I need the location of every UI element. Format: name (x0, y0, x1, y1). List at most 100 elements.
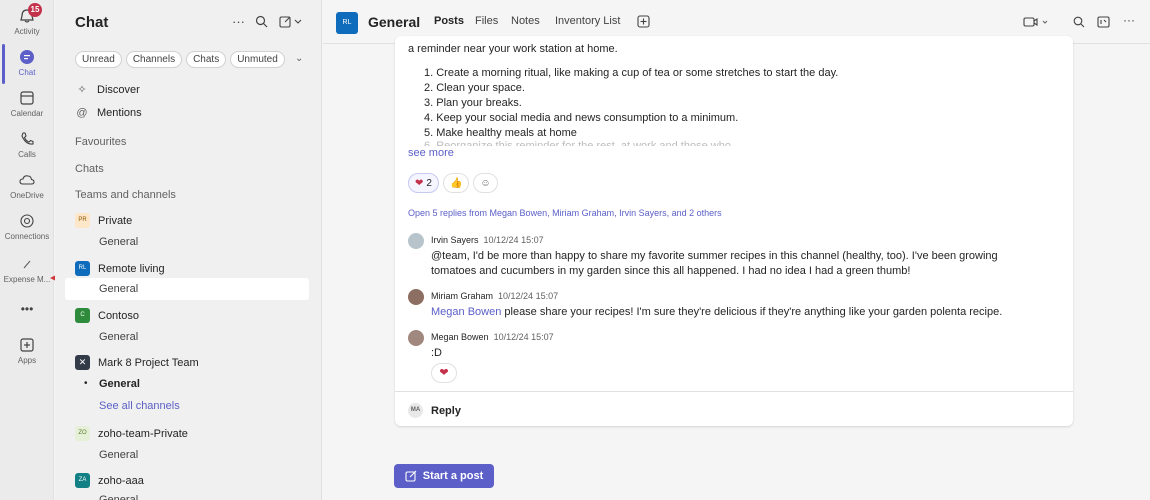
channel-general[interactable]: General (99, 236, 138, 248)
phone-icon (21, 132, 34, 145)
list-item: 2. Clean your space. (424, 82, 525, 94)
team-zoho-private[interactable]: ZO zoho-team-Private (75, 426, 188, 441)
list-item: 3. Plan your breaks. (424, 97, 522, 109)
nav-mentions[interactable]: @ Mentions (75, 107, 141, 119)
channel-general[interactable]: General (99, 449, 138, 461)
heart-reaction[interactable]: ❤ 2 (408, 173, 439, 193)
team-contoso[interactable]: C Contoso (75, 308, 139, 323)
add-reaction-icon: ☺ (480, 177, 491, 189)
nav-discover[interactable]: ✧ Discover (75, 83, 139, 97)
rail-calendar[interactable]: Calendar (0, 90, 54, 118)
team-avatar: ✕ (75, 355, 90, 370)
rail-calls[interactable]: Calls (0, 131, 54, 159)
channel-general[interactable]: General (99, 494, 138, 500)
author-name: Megan Bowen (431, 332, 489, 342)
more-options-icon[interactable]: ··· (1123, 13, 1135, 27)
unread-dot: • (84, 378, 88, 389)
heart-reaction[interactable]: ❤ (431, 363, 457, 383)
filter-unread[interactable]: Unread (75, 51, 122, 68)
channel-avatar: RL (336, 12, 358, 34)
list-item: 4. Keep your social media and news consu… (424, 112, 739, 124)
timestamp: 10/12/24 15:07 (498, 291, 559, 301)
calendar-icon (20, 91, 34, 105)
add-tab-icon[interactable] (637, 15, 650, 28)
post-thread: a reminder near your work station at hom… (395, 36, 1073, 426)
team-avatar: C (75, 308, 90, 323)
at-icon: @ (76, 107, 88, 119)
rail-more[interactable]: ••• (0, 302, 54, 316)
list-item: 1. Create a morning ritual, like making … (424, 67, 839, 79)
add-reaction-button[interactable]: ☺ (473, 173, 498, 193)
team-avatar: ZO (75, 426, 90, 441)
see-more-link[interactable]: see more (408, 147, 454, 159)
reply-text: :D (431, 347, 442, 359)
tab-posts[interactable]: Posts (434, 15, 464, 27)
tab-files[interactable]: Files (475, 15, 498, 27)
avatar: MA (408, 403, 423, 418)
open-replies-link[interactable]: Open 5 replies from Megan Bowen, Miriam … (408, 208, 722, 218)
list-item-truncated: 6. Reorganize this reminder for the rest… (424, 140, 744, 146)
team-remote-living[interactable]: RL Remote living (75, 261, 165, 276)
pane-title: Chat (75, 14, 109, 31)
search-icon[interactable] (255, 15, 268, 28)
see-all-channels-link[interactable]: See all channels (99, 400, 180, 412)
reactions: ❤ 2 👍 ☺ (408, 173, 498, 193)
pen-icon (23, 260, 31, 269)
app-rail: Activity 15 Chat Calendar Calls OneDrive… (0, 0, 54, 500)
heart-icon: ❤ (415, 177, 424, 189)
meeting-info-icon[interactable] (1097, 16, 1110, 28)
activity-badge: 15 (28, 3, 42, 17)
timestamp: 10/12/24 15:07 (493, 332, 554, 342)
team-avatar: ZA (75, 473, 90, 488)
section-favourites[interactable]: Favourites (75, 136, 126, 148)
section-chats[interactable]: Chats (75, 163, 104, 175)
filter-chats[interactable]: Chats (186, 51, 227, 68)
avatar (408, 289, 424, 305)
tab-inventory-list[interactable]: Inventory List (555, 15, 620, 27)
channel-general[interactable]: General (99, 378, 140, 390)
team-mark8[interactable]: ✕ Mark 8 Project Team (75, 355, 199, 370)
channel-general[interactable]: General (99, 331, 138, 343)
team-zoho-aaa[interactable]: ZA zoho-aaa (75, 473, 144, 488)
team-private[interactable]: PR Private (75, 213, 132, 228)
more-options-icon[interactable]: ··· (232, 14, 245, 29)
list-item: 5. Make healthy meals at home (424, 127, 577, 139)
team-avatar: RL (75, 261, 90, 276)
new-chat-icon[interactable] (279, 15, 303, 28)
timestamp: 10/12/24 15:07 (483, 235, 544, 245)
video-call-icon[interactable] (1023, 16, 1051, 28)
avatar (408, 330, 424, 346)
team-avatar: PR (75, 213, 90, 228)
author-name: Miriam Graham (431, 291, 494, 301)
reply-button[interactable]: MA Reply (408, 403, 461, 418)
tab-notes[interactable]: Notes (511, 15, 540, 27)
reply-text: @team, I'd be more than happy to share m… (431, 250, 998, 277)
rail-onedrive[interactable]: OneDrive (0, 172, 54, 200)
section-teams[interactable]: Teams and channels (75, 189, 176, 201)
search-icon[interactable] (1073, 16, 1085, 28)
rail-activity[interactable]: Activity (0, 8, 54, 36)
channel-general-selected[interactable]: General (65, 278, 309, 300)
rail-chat[interactable]: Chat (0, 49, 54, 77)
filter-pills: Unread Channels Chats Unmuted (75, 51, 285, 68)
compose-icon (405, 470, 417, 482)
filter-unmuted[interactable]: Unmuted (230, 51, 285, 68)
chevron-down-icon[interactable]: ⌄ (295, 53, 303, 64)
plus-box-icon (20, 338, 34, 352)
connections-icon (20, 214, 34, 228)
chat-icon (20, 50, 34, 64)
thumbs-up-icon: 👍 (449, 177, 463, 189)
divider (395, 391, 1073, 392)
start-post-button[interactable]: Start a post (394, 464, 494, 488)
chat-pane: Chat ··· Unread Channels Chats Unmuted ⌄… (55, 0, 322, 500)
cloud-icon (19, 175, 35, 185)
rail-connections[interactable]: Connections (0, 213, 54, 241)
sparkle-icon: ✧ (77, 84, 87, 96)
thumbs-up-reaction[interactable]: 👍 (442, 173, 470, 193)
mention-link[interactable]: Megan Bowen (431, 306, 501, 318)
channel-name: General (368, 14, 421, 30)
rail-expense-manager[interactable]: Expense M... (0, 256, 54, 284)
post-intro: a reminder near your work station at hom… (408, 43, 618, 55)
rail-apps[interactable]: Apps (0, 337, 54, 365)
filter-channels[interactable]: Channels (125, 51, 183, 68)
